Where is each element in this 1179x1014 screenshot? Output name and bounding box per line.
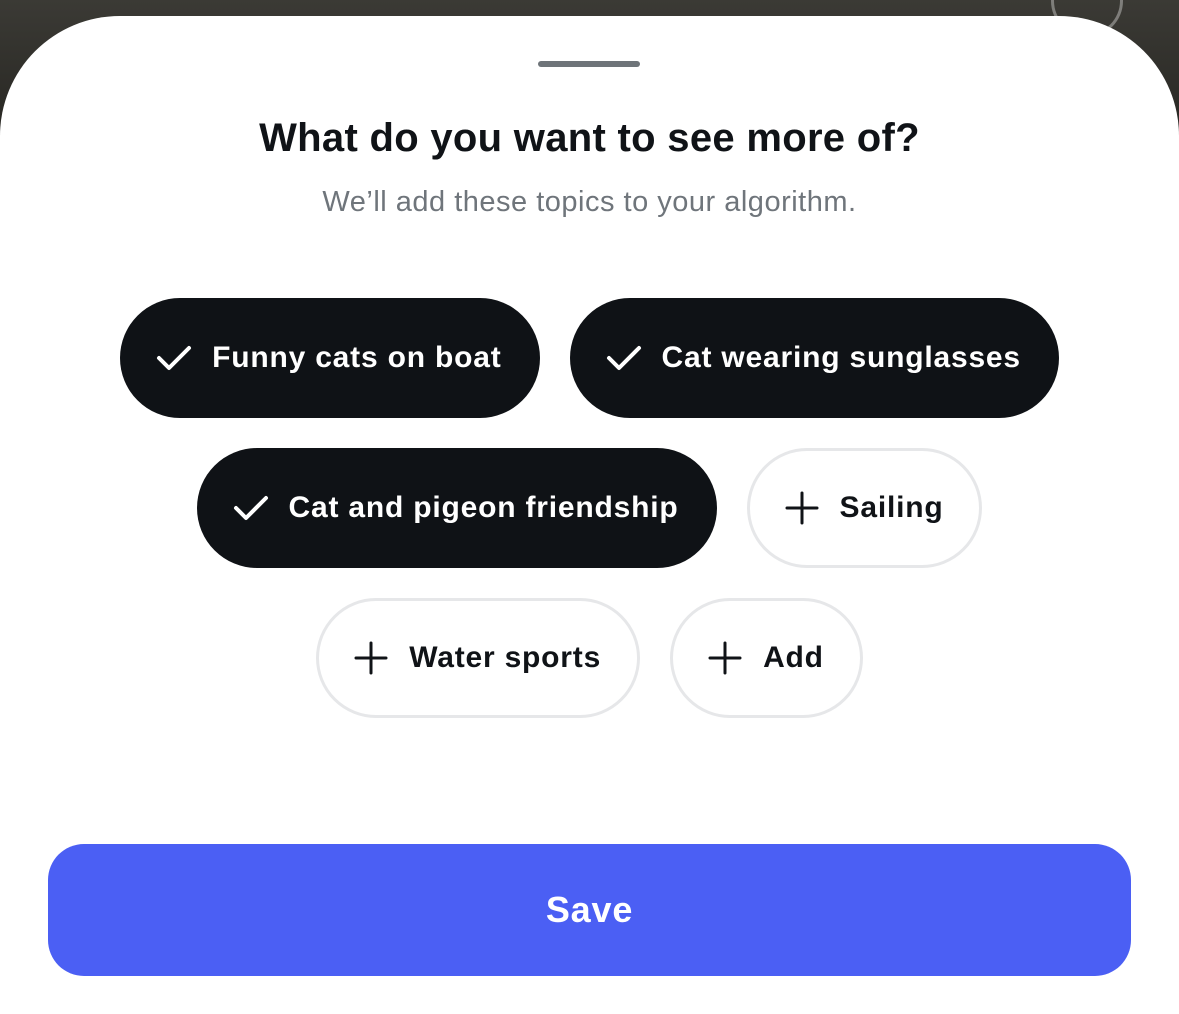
sheet-subtitle: We’ll add these topics to your algorithm… <box>322 186 857 218</box>
add-topic-label: Add <box>763 641 824 674</box>
sheet-grabber[interactable] <box>538 61 640 67</box>
topic-chip-cat-and-pigeon-friendship[interactable]: Cat and pigeon friendship <box>196 448 717 568</box>
topic-chip-water-sports[interactable]: Water sports <box>316 598 641 718</box>
topic-chip-label: Funny cats on boat <box>212 341 502 374</box>
chip-row: Water sports Add <box>0 598 1179 718</box>
plus-icon <box>707 640 743 676</box>
check-icon <box>233 490 269 526</box>
save-button-label: Save <box>545 889 634 930</box>
save-button[interactable]: Save <box>48 844 1131 976</box>
topic-chip-sailing[interactable]: Sailing <box>746 448 983 568</box>
plus-icon <box>784 490 820 526</box>
topic-chip-label: Water sports <box>409 641 602 674</box>
topic-chip-label: Cat and pigeon friendship <box>288 491 679 524</box>
topic-chip-label: Cat wearing sunglasses <box>661 341 1021 374</box>
plus-icon <box>353 640 389 676</box>
topic-chip-list: Funny cats on boat Cat wearing sunglasse… <box>0 298 1179 748</box>
add-topic-button[interactable]: Add <box>670 598 863 718</box>
check-icon <box>606 340 642 376</box>
chip-row: Cat and pigeon friendship Sailing <box>0 448 1179 568</box>
topic-chip-label: Sailing <box>839 491 944 524</box>
topic-chip-cat-wearing-sunglasses[interactable]: Cat wearing sunglasses <box>569 298 1059 418</box>
chip-row: Funny cats on boat Cat wearing sunglasse… <box>0 298 1179 418</box>
topic-chip-funny-cats-on-boat[interactable]: Funny cats on boat <box>120 298 540 418</box>
check-icon <box>156 340 192 376</box>
sheet-title: What do you want to see more of? <box>259 116 920 160</box>
